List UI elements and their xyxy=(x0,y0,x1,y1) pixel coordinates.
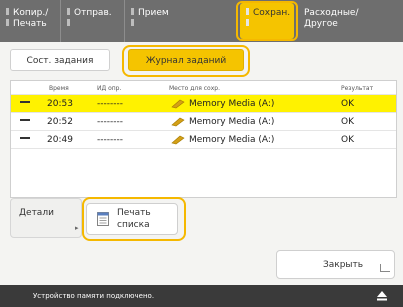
tab-label: Прием xyxy=(138,8,169,18)
table-header: Время ИД опр. Место для сохр. Результат xyxy=(11,81,396,95)
row-id: -------- xyxy=(97,99,123,109)
memory-media-icon xyxy=(171,135,185,145)
tab-send[interactable]: Отправ. xyxy=(60,0,118,42)
return-arrow-icon xyxy=(380,264,390,272)
row-result: OK xyxy=(341,99,354,109)
table-row[interactable]: 20:49 -------- Memory Media (A:) OK xyxy=(11,131,396,149)
sub-tab-bar: Сост. задания Журнал заданий xyxy=(10,45,397,78)
tab-job-log-highlight xyxy=(122,45,250,77)
row-result: OK xyxy=(341,117,354,127)
row-location: Memory Media (A:) xyxy=(189,99,275,109)
row-marker-icon xyxy=(20,119,30,121)
row-id: -------- xyxy=(97,117,123,127)
tab-label: Печать xyxy=(13,19,47,29)
tab-copy-print[interactable]: Копир./ Печать xyxy=(0,0,58,42)
details-label: Детали xyxy=(19,208,54,218)
table-row[interactable]: 20:52 -------- Memory Media (A:) OK xyxy=(11,113,396,131)
row-time: 20:53 xyxy=(47,99,73,109)
indicator-icon xyxy=(131,8,134,15)
tab-job-status[interactable]: Сост. задания xyxy=(10,49,110,71)
eject-icon[interactable] xyxy=(376,290,388,302)
close-button[interactable]: Закрыть xyxy=(276,250,395,279)
details-button[interactable]: Детали ▸ xyxy=(10,198,82,238)
row-time: 20:52 xyxy=(47,117,73,127)
tab-consumables-other[interactable]: Расходные/ Другое xyxy=(300,0,403,42)
header-id: ИД опр. xyxy=(97,85,122,92)
top-tab-bar: Копир./ Печать Отправ. Прием Сохран. Рас… xyxy=(0,0,403,42)
tab-label: Отправ. xyxy=(74,8,112,18)
tab-receive[interactable]: Прием xyxy=(124,0,182,42)
row-location: Memory Media (A:) xyxy=(189,117,275,127)
indicator-icon xyxy=(6,19,9,26)
indicator-icon xyxy=(6,8,9,15)
header-location: Место для сохр. xyxy=(169,85,220,92)
print-list-icon xyxy=(97,212,109,226)
memory-media-icon xyxy=(171,99,185,109)
tab-label: Другое xyxy=(304,19,338,29)
tab-label: Расходные/ xyxy=(304,8,359,18)
memory-media-icon xyxy=(171,117,185,127)
row-location: Memory Media (A:) xyxy=(189,135,275,145)
job-log-table: Время ИД опр. Место для сохр. Результат … xyxy=(10,80,397,198)
indicator-icon xyxy=(67,8,70,15)
header-result: Результат xyxy=(341,85,374,92)
status-message: Устройство памяти подключено. xyxy=(33,292,155,300)
print-list-label-line2: списка xyxy=(117,220,150,230)
tab-store-highlight xyxy=(236,1,298,41)
header-time: Время xyxy=(49,85,69,92)
triangle-right-icon: ▸ xyxy=(75,224,79,232)
indicator-icon xyxy=(131,19,134,26)
status-bar: Устройство памяти подключено. xyxy=(0,285,403,307)
tab-label: Копир./ xyxy=(13,8,49,18)
row-result: OK xyxy=(341,135,354,145)
print-list-button[interactable]: Печать списка xyxy=(86,203,178,235)
row-time: 20:49 xyxy=(47,135,73,145)
table-row[interactable]: 20:53 -------- Memory Media (A:) OK xyxy=(11,95,396,113)
row-marker-icon xyxy=(20,101,30,103)
indicator-icon xyxy=(67,19,70,26)
row-marker-icon xyxy=(20,137,30,139)
close-label: Закрыть xyxy=(323,260,364,270)
print-list-label-line1: Печать xyxy=(117,208,151,218)
row-id: -------- xyxy=(97,135,123,145)
